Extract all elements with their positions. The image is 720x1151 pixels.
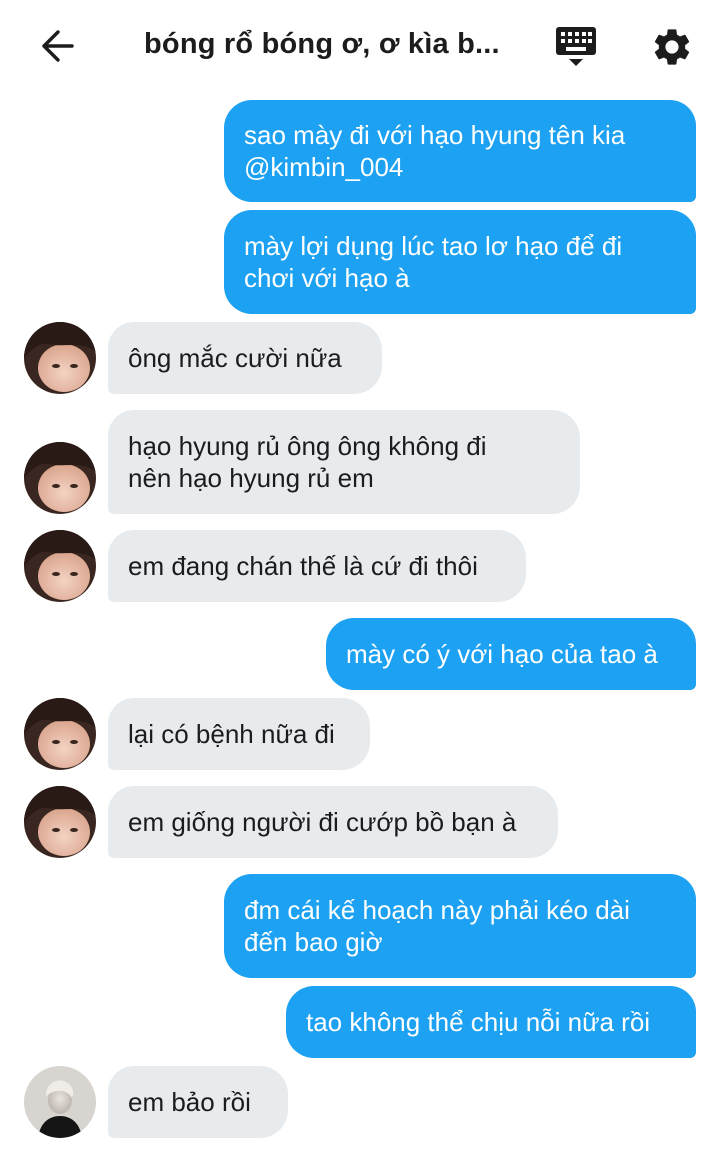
message-line: mày có ý với hạo của tao à bbox=[346, 639, 658, 669]
avatar[interactable] bbox=[24, 530, 96, 602]
profile-photo-icon bbox=[24, 530, 96, 602]
settings-button[interactable] bbox=[650, 25, 694, 69]
outgoing-message[interactable]: mày lợi dụng lúc tao lơ hạo để đi chơi vớ… bbox=[224, 210, 696, 314]
avatar[interactable] bbox=[24, 442, 96, 514]
arrow-left-icon bbox=[42, 30, 74, 62]
avatar[interactable] bbox=[24, 698, 96, 770]
message-line: em đang chán thế là cứ đi thôi bbox=[128, 551, 478, 581]
incoming-message[interactable]: lại có bệnh nữa đi bbox=[108, 698, 370, 770]
outgoing-message[interactable]: đm cái kế hoạch này phải kéo dài đến bao … bbox=[224, 874, 696, 978]
profile-photo-icon bbox=[24, 442, 96, 514]
outgoing-message[interactable]: tao không thể chịu nỗi nữa rồi bbox=[286, 986, 696, 1058]
incoming-message[interactable]: em đang chán thế là cứ đi thôi bbox=[108, 530, 526, 602]
message-line: em giống người đi cướp bồ bạn à bbox=[128, 807, 517, 837]
profile-photo-icon bbox=[24, 786, 96, 858]
incoming-message[interactable]: ông mắc cười nữa bbox=[108, 322, 382, 394]
back-button[interactable] bbox=[34, 26, 78, 66]
keyboard-icon bbox=[556, 27, 596, 66]
message-line: mày lợi dụng lúc tao lơ hạo để đi bbox=[244, 231, 623, 261]
avatar[interactable] bbox=[24, 786, 96, 858]
message-line: ông mắc cười nữa bbox=[128, 343, 342, 373]
incoming-message[interactable]: em giống người đi cướp bồ bạn à bbox=[108, 786, 558, 858]
profile-photo-icon bbox=[24, 322, 96, 394]
avatar[interactable] bbox=[24, 1066, 96, 1138]
message-line: lại có bệnh nữa đi bbox=[128, 719, 335, 749]
message-line: tao không thể chịu nỗi nữa rồi bbox=[306, 1007, 651, 1037]
profile-photo-icon bbox=[24, 698, 96, 770]
avatar[interactable] bbox=[24, 322, 96, 394]
chat-header: bóng rổ bóng ơ, ơ kìa b... bbox=[0, 0, 720, 90]
keyboard-button[interactable] bbox=[554, 25, 598, 69]
outgoing-message[interactable]: sao mày đi với hạo hyung tên kia @kimbin_… bbox=[224, 100, 696, 202]
conversation-title: bóng rổ bóng ơ, ơ kìa b... bbox=[144, 28, 500, 60]
message-line: sao mày đi với hạo hyung tên kia bbox=[244, 120, 626, 150]
message-line: hạo hyung rủ ông ông không đi bbox=[128, 431, 487, 461]
message-line: đm cái kế hoạch này phải kéo dài bbox=[244, 895, 630, 925]
outgoing-message[interactable]: mày có ý với hạo của tao à bbox=[326, 618, 696, 690]
message-line: @kimbin_004 bbox=[244, 152, 404, 182]
incoming-message[interactable]: em bảo rồi bbox=[108, 1066, 288, 1138]
message-line: đến bao giờ bbox=[244, 927, 383, 957]
profile-photo-icon bbox=[24, 1066, 96, 1138]
gear-icon bbox=[654, 29, 690, 65]
message-line: chơi với hạo à bbox=[244, 263, 410, 293]
message-line: nên hạo hyung rủ em bbox=[128, 463, 374, 493]
incoming-message[interactable]: hạo hyung rủ ông ông không đi nên hạo hyu… bbox=[108, 410, 580, 514]
message-line: em bảo rồi bbox=[128, 1087, 251, 1117]
